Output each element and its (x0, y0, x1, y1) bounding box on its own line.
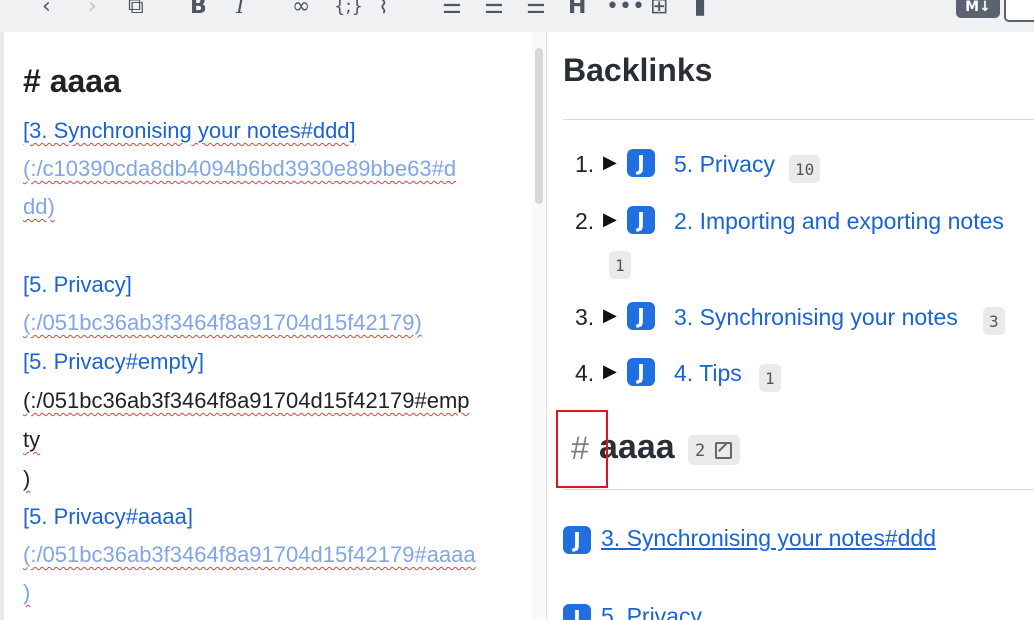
bullet-list-icon[interactable]: ☰ (442, 0, 462, 23)
section-divider (563, 489, 1034, 490)
expand-triangle-icon[interactable]: ▶ (603, 361, 617, 382)
insert-icon[interactable]: ⊞ (650, 0, 668, 23)
editor-line: (:/051bc36ab3f3464f8a91704d15f42179#emp (23, 388, 470, 413)
backlink-number: 4. (575, 360, 595, 386)
note-icon: J (627, 358, 655, 386)
layout-toggle-button[interactable] (1004, 0, 1034, 22)
backlink-title[interactable]: 4. Tips (674, 360, 742, 387)
backlink-number: 2. (575, 208, 595, 234)
edit-icon[interactable] (715, 442, 732, 459)
checklist-icon[interactable]: ☰ (526, 0, 546, 23)
reference-link[interactable]: 3. Synchronising your notes#ddd (601, 525, 936, 552)
reference-link[interactable]: 5. Privacy (601, 603, 702, 620)
backlink-count-badge: 1 (609, 251, 631, 279)
note-icon: J (563, 604, 591, 620)
backlink-count-badge: 1 (759, 364, 781, 392)
chevron-left-icon[interactable]: ‹ (42, 0, 51, 23)
numbered-list-icon[interactable]: ☰ (484, 0, 504, 23)
backlink-title[interactable]: 3. Synchronising your notes (674, 304, 958, 331)
backlinks-title: Backlinks (563, 52, 713, 88)
backlink-item[interactable]: 4. ▶ J 4. Tips (575, 354, 1034, 394)
title-divider (563, 119, 1034, 120)
section-heading: aaaa (599, 428, 675, 466)
external-edit-icon[interactable]: ⧉ (128, 0, 144, 23)
toggle-icon[interactable]: ▮ (694, 0, 706, 23)
backlink-title[interactable]: 5. Privacy (674, 151, 775, 178)
section-count-badge[interactable]: 2 (688, 435, 740, 465)
editor-line: dd) (23, 194, 55, 219)
backlink-item[interactable]: 3. ▶ J 3. Synchronising your notes (575, 298, 1034, 338)
link-icon[interactable]: ∞ (292, 0, 310, 23)
italic-icon[interactable]: I (236, 0, 245, 23)
note-icon: J (627, 302, 655, 330)
expand-triangle-icon[interactable]: ▶ (603, 305, 617, 326)
code-icon[interactable]: {;} (334, 0, 363, 23)
editor-heading: # aaaa (23, 63, 121, 99)
note-viewer: Backlinks # aaaa 2 1. ▶ J 5. Privacy 10 2. ▶ J 2… (547, 32, 1034, 620)
heading-icon[interactable]: H (568, 0, 586, 23)
note-icon: J (563, 526, 591, 554)
editor-line: ) (23, 580, 31, 605)
editor-scrollbar-thumb[interactable] (535, 48, 543, 204)
expand-triangle-icon[interactable]: ▶ (603, 152, 617, 173)
backlink-number: 1. (575, 151, 595, 177)
editor-line: [5. Privacy#empty] (23, 349, 204, 374)
note-icon: J (627, 206, 655, 234)
more-icon[interactable]: ••• (606, 0, 645, 23)
editor-line: [5. Privacy#aaaa] (23, 504, 193, 529)
backlink-item[interactable]: 2. ▶ J 2. Importing and exporting notes (575, 202, 1034, 242)
backlink-count-badge: 10 (789, 155, 821, 183)
note-icon: J (627, 149, 655, 177)
editor-line: ) (23, 466, 31, 491)
attach-icon[interactable]: ⌇ (378, 0, 389, 23)
backlink-title[interactable]: 2. Importing and exporting notes (674, 208, 1004, 235)
backlink-count-badge: 3 (983, 307, 1005, 335)
markdown-toggle-button[interactable]: M↓ (956, 0, 1000, 18)
section-count: 2 (695, 441, 706, 461)
toolbar: ‹ › ⧉ B I ∞ {;} ⌇ ☰ ☰ ☰ H ••• ⊞ ▮ M↓ (0, 0, 1034, 33)
editor-line: [5. Privacy] (23, 272, 132, 297)
editor-line: (:/051bc36ab3f3464f8a91704d15f42179#aaaa (23, 542, 476, 567)
editor-line: (:/c10390cda8db4094b6bd3930e89bbe63#d (23, 156, 457, 181)
editor-line: (:/051bc36ab3f3464f8a91704d15f42179) (23, 310, 422, 335)
editor-line: [3. Synchronising your notes#ddd] (23, 118, 356, 143)
highlight-box (556, 410, 608, 488)
backlink-number: 3. (575, 304, 595, 330)
bold-icon[interactable]: B (190, 0, 207, 23)
editor-line: ty (23, 427, 41, 452)
markdown-editor[interactable]: # aaaa [3. Synchronising your notes#ddd]… (4, 32, 532, 620)
chevron-right-icon[interactable]: › (88, 0, 97, 23)
expand-triangle-icon[interactable]: ▶ (603, 209, 617, 230)
